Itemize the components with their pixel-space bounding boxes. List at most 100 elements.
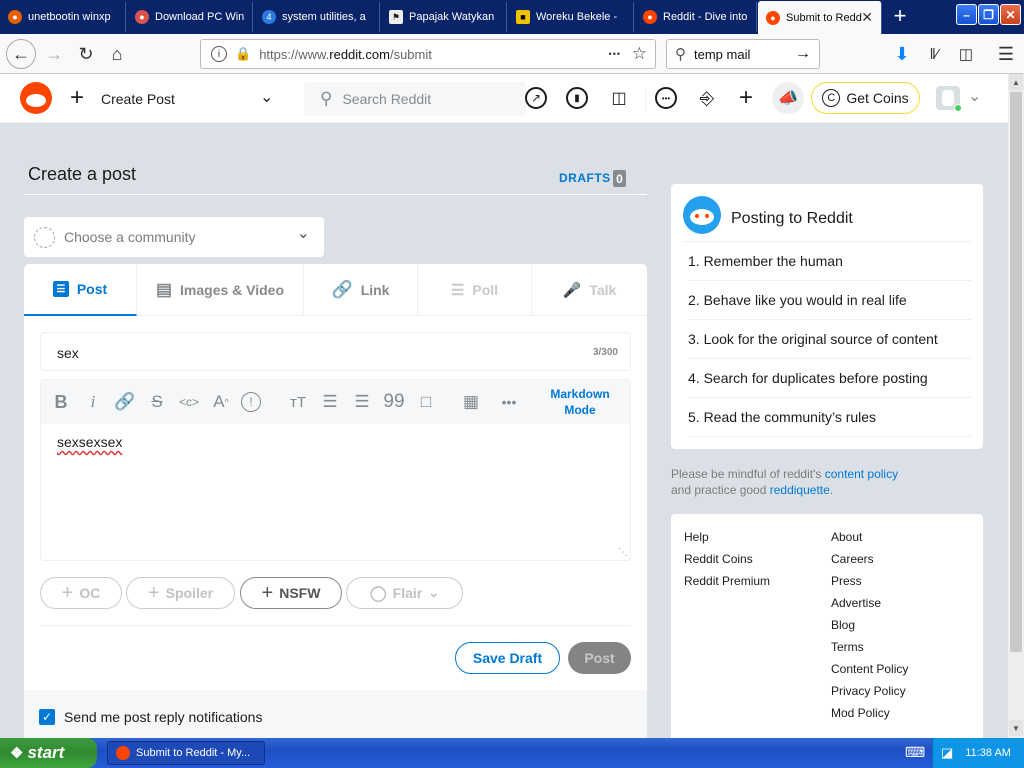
numbered-list-icon[interactable]: ☰ bbox=[350, 390, 374, 414]
nsfw-tag-button[interactable]: + NSFW bbox=[240, 577, 342, 609]
tab-images-video[interactable]: ▤ Images & Video bbox=[137, 264, 304, 316]
start-button[interactable]: ❖ start bbox=[0, 738, 97, 768]
info-icon[interactable]: i bbox=[211, 46, 227, 62]
network-icon[interactable]: ◪ bbox=[941, 745, 953, 761]
title-input[interactable]: sex 3/300 bbox=[40, 332, 631, 371]
page-scrollbar[interactable]: ▲ ▼ bbox=[1008, 74, 1024, 738]
flair-button[interactable]: ◯ Flair ⌄ bbox=[346, 577, 463, 609]
url-bar[interactable]: i 🔒 https://www. reddit.com/submit ••• ☆ bbox=[200, 39, 656, 69]
popular-arrow-icon[interactable]: ↗ bbox=[525, 87, 547, 109]
coin-icon: C bbox=[822, 89, 841, 107]
rpan-video-icon[interactable]: ◫ bbox=[606, 85, 632, 111]
avatar[interactable] bbox=[936, 86, 962, 112]
scroll-up-arrow-icon[interactable]: ▲ bbox=[1009, 74, 1023, 90]
reddiquette-link[interactable]: reddiquette bbox=[770, 483, 830, 497]
footer-link[interactable]: Reddit Coins bbox=[684, 552, 753, 566]
content-policy-link[interactable]: content policy bbox=[825, 467, 898, 481]
download-site-tab-icon: ● bbox=[135, 10, 149, 24]
quote-block-icon[interactable]: 99 bbox=[382, 390, 406, 414]
community-selector[interactable]: Choose a community ⌄ bbox=[24, 217, 324, 257]
close-tab-icon[interactable]: ✕ bbox=[861, 9, 873, 26]
browser-tab-active[interactable]: ● Submit to Redd ✕ bbox=[758, 1, 882, 34]
lock-icon[interactable]: 🔒 bbox=[235, 46, 251, 62]
body-text-area[interactable]: sexsexsex bbox=[57, 434, 122, 450]
sidebar-toggle-icon[interactable]: ◫ bbox=[952, 40, 980, 68]
spoiler-icon[interactable]: ! bbox=[241, 392, 261, 412]
browser-tab[interactable]: ⚑ Papajak Watykan bbox=[381, 2, 507, 32]
tab-poll[interactable]: ☰ Poll bbox=[418, 264, 532, 316]
scrollbar-thumb[interactable] bbox=[1010, 92, 1022, 652]
inline-code-icon[interactable]: <c> bbox=[177, 390, 201, 414]
notification-bell-icon[interactable]: ⎆ bbox=[694, 85, 720, 111]
superscript-icon[interactable]: A ^ bbox=[209, 390, 233, 414]
browser-tab[interactable]: 4 system utilities, a bbox=[254, 2, 380, 32]
back-arrow-icon[interactable]: ← bbox=[6, 39, 36, 69]
tab-link[interactable]: 🔗 Link bbox=[304, 264, 418, 316]
code-block-icon[interactable]: □ bbox=[414, 390, 438, 414]
advertise-megaphone-icon[interactable]: 📣 bbox=[772, 82, 804, 114]
heading-icon[interactable]: тT bbox=[286, 390, 310, 414]
footer-link[interactable]: Terms bbox=[831, 640, 864, 654]
reddit-logo-icon[interactable] bbox=[20, 82, 52, 114]
browser-search-bar[interactable]: ⚲ temp mail → bbox=[666, 39, 820, 69]
strikethrough-icon[interactable]: S bbox=[145, 390, 169, 414]
chat-icon[interactable]: ••• bbox=[655, 87, 677, 109]
link-icon[interactable]: 🔗 bbox=[113, 390, 137, 414]
footer-link[interactable]: Help bbox=[684, 530, 709, 544]
create-post-label[interactable]: Create Post bbox=[101, 91, 175, 107]
footer-link[interactable]: Content Policy bbox=[831, 662, 908, 676]
browser-tab[interactable]: ■ Woreku Bekele - bbox=[508, 2, 634, 32]
menu-hamburger-icon[interactable]: ☰ bbox=[992, 40, 1020, 68]
save-draft-button[interactable]: Save Draft bbox=[455, 642, 560, 674]
footer-link[interactable]: Reddit Premium bbox=[684, 574, 770, 588]
spoiler-tag-button[interactable]: + Spoiler bbox=[126, 577, 235, 609]
footer-link[interactable]: Blog bbox=[831, 618, 855, 632]
keyboard-icon[interactable]: ⌨ bbox=[905, 744, 925, 761]
notify-checkbox[interactable]: ✓ bbox=[39, 709, 55, 725]
microphone-icon: 🎤 bbox=[562, 282, 582, 299]
reload-icon[interactable]: ↻ bbox=[72, 40, 100, 68]
drafts-button[interactable]: DRAFTS bbox=[559, 171, 611, 185]
get-coins-button[interactable]: C Get Coins bbox=[811, 82, 920, 114]
download-icon[interactable]: ⬇ bbox=[888, 40, 916, 68]
tab-post[interactable]: ☰ Post bbox=[24, 264, 137, 316]
italic-icon[interactable]: i bbox=[81, 390, 105, 414]
browser-tab[interactable]: ● Reddit - Dive into bbox=[635, 2, 757, 32]
footer-link[interactable]: Careers bbox=[831, 552, 874, 566]
resize-handle-icon[interactable]: ⋱ bbox=[618, 547, 628, 558]
table-icon[interactable]: ▦ bbox=[459, 390, 483, 414]
reddit-taskbar-icon bbox=[116, 746, 130, 760]
tab-talk[interactable]: 🎤 Talk bbox=[532, 264, 647, 316]
footer-link[interactable]: Press bbox=[831, 574, 862, 588]
footer-link[interactable]: Advertise bbox=[831, 596, 881, 610]
oc-tag-button[interactable]: + OC bbox=[40, 577, 122, 609]
new-tab-button[interactable]: + bbox=[888, 3, 912, 28]
minimize-button[interactable]: – bbox=[956, 4, 977, 25]
bookmark-star-icon[interactable]: ☆ bbox=[632, 44, 647, 64]
user-menu-chevron-icon[interactable]: ⌄ bbox=[968, 86, 981, 106]
reddit-search-input[interactable]: ⚲ Search Reddit bbox=[304, 82, 526, 116]
maximize-button[interactable]: ❐ bbox=[978, 4, 999, 25]
create-post-plus-icon[interactable]: + bbox=[733, 84, 759, 111]
library-icon[interactable]: ‖⁄ bbox=[920, 40, 948, 68]
close-window-button[interactable]: ✕ bbox=[1000, 4, 1021, 25]
post-submit-button[interactable]: Post bbox=[568, 642, 631, 674]
more-options-icon[interactable]: ••• bbox=[497, 390, 521, 414]
browser-search-input[interactable]: temp mail bbox=[694, 47, 750, 62]
taskbar-window-button[interactable]: Submit to Reddit - My... bbox=[107, 741, 265, 765]
search-go-arrow-icon[interactable]: → bbox=[795, 45, 811, 63]
page-actions-icon[interactable]: ••• bbox=[609, 49, 621, 59]
scroll-down-arrow-icon[interactable]: ▼ bbox=[1009, 720, 1023, 736]
browser-tab[interactable]: ● Download PC Win bbox=[127, 2, 253, 32]
forward-arrow-icon[interactable]: → bbox=[40, 40, 68, 68]
footer-link[interactable]: Mod Policy bbox=[831, 706, 890, 720]
home-icon[interactable]: ⌂ bbox=[103, 40, 131, 68]
chevron-down-icon[interactable]: ⌄ bbox=[260, 87, 273, 107]
all-chart-icon[interactable]: ▮ bbox=[566, 87, 588, 109]
browser-tab[interactable]: ● unetbootin winxp bbox=[0, 2, 126, 32]
bulleted-list-icon[interactable]: ☰ bbox=[318, 390, 342, 414]
footer-link[interactable]: About bbox=[831, 530, 862, 544]
footer-link[interactable]: Privacy Policy bbox=[831, 684, 906, 698]
bold-icon[interactable]: B bbox=[49, 390, 73, 414]
markdown-mode-button[interactable]: Markdown Mode bbox=[533, 386, 627, 418]
